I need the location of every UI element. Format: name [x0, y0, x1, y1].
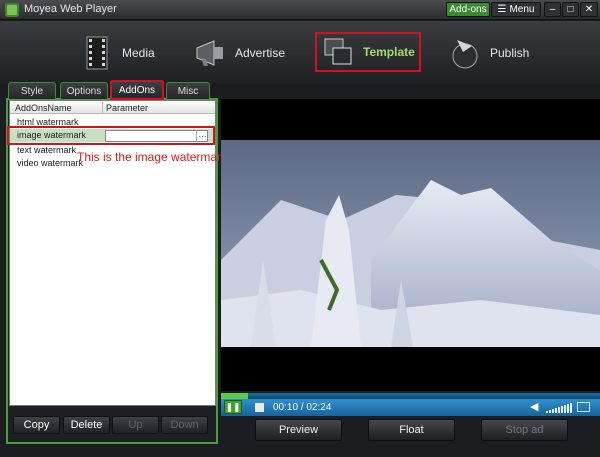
tab-options[interactable]: Options	[60, 82, 108, 99]
menu-label: Menu	[509, 4, 535, 15]
annotation-highlight-box	[7, 126, 215, 145]
row-label: text watermark	[17, 145, 77, 155]
film-icon	[80, 36, 114, 70]
volume-slider[interactable]	[546, 401, 574, 413]
nav-publish[interactable]: Publish	[448, 21, 529, 84]
nav-media[interactable]: Media	[80, 21, 155, 84]
close-button[interactable]: ✕	[580, 2, 598, 17]
top-navigation: Media Advertise Template Publish	[0, 21, 600, 84]
row-label: video watermark	[17, 158, 84, 168]
menu-button[interactable]: ☰ Menu	[491, 2, 541, 17]
minimize-button[interactable]: –	[544, 2, 561, 17]
tab-style[interactable]: Style	[8, 82, 56, 99]
maximize-button[interactable]: □	[562, 2, 579, 17]
delete-button[interactable]: Delete	[63, 416, 110, 434]
preview-button[interactable]: Preview	[255, 419, 342, 441]
volume-icon[interactable]: ◀	[530, 400, 538, 413]
grid-header: AddOnsName Parameter	[10, 101, 215, 114]
pause-button[interactable]: ❚❚	[224, 400, 242, 414]
column-header-name[interactable]: AddOnsName	[15, 103, 72, 113]
up-button[interactable]: Up	[112, 416, 159, 434]
publish-icon	[448, 36, 482, 70]
addons-button[interactable]: Add-ons	[446, 2, 490, 17]
down-button[interactable]: Down	[161, 416, 208, 434]
window-title: Moyea Web Player	[24, 3, 117, 15]
copy-button[interactable]: Copy	[13, 416, 60, 434]
time-display: 00:10 / 02:24	[273, 402, 332, 413]
nav-advertise[interactable]: Advertise	[193, 21, 285, 84]
nav-media-label: Media	[122, 45, 155, 60]
tab-addons[interactable]: AddOns	[110, 80, 164, 100]
float-button[interactable]: Float	[368, 419, 455, 441]
nav-publish-label: Publish	[490, 45, 530, 60]
column-header-parameter[interactable]: Parameter	[106, 103, 148, 113]
pause-icon: ❚❚	[225, 401, 241, 412]
fullscreen-icon[interactable]	[577, 402, 590, 412]
nav-template[interactable]: Template	[315, 32, 421, 72]
tab-misc[interactable]: Misc	[166, 82, 210, 99]
megaphone-icon	[193, 36, 227, 70]
menu-icon: ☰	[497, 4, 507, 15]
addons-grid: AddOnsName Parameter html watermark imag…	[9, 100, 216, 406]
column-divider[interactable]	[102, 101, 103, 114]
stop-ad-button[interactable]: Stop ad	[481, 419, 568, 441]
video-frame-image	[221, 140, 600, 347]
app-logo-icon	[5, 3, 19, 17]
nav-template-label: Template	[363, 45, 415, 59]
template-icon	[321, 35, 355, 69]
stop-icon[interactable]	[255, 403, 264, 412]
nav-advertise-label: Advertise	[235, 45, 286, 60]
